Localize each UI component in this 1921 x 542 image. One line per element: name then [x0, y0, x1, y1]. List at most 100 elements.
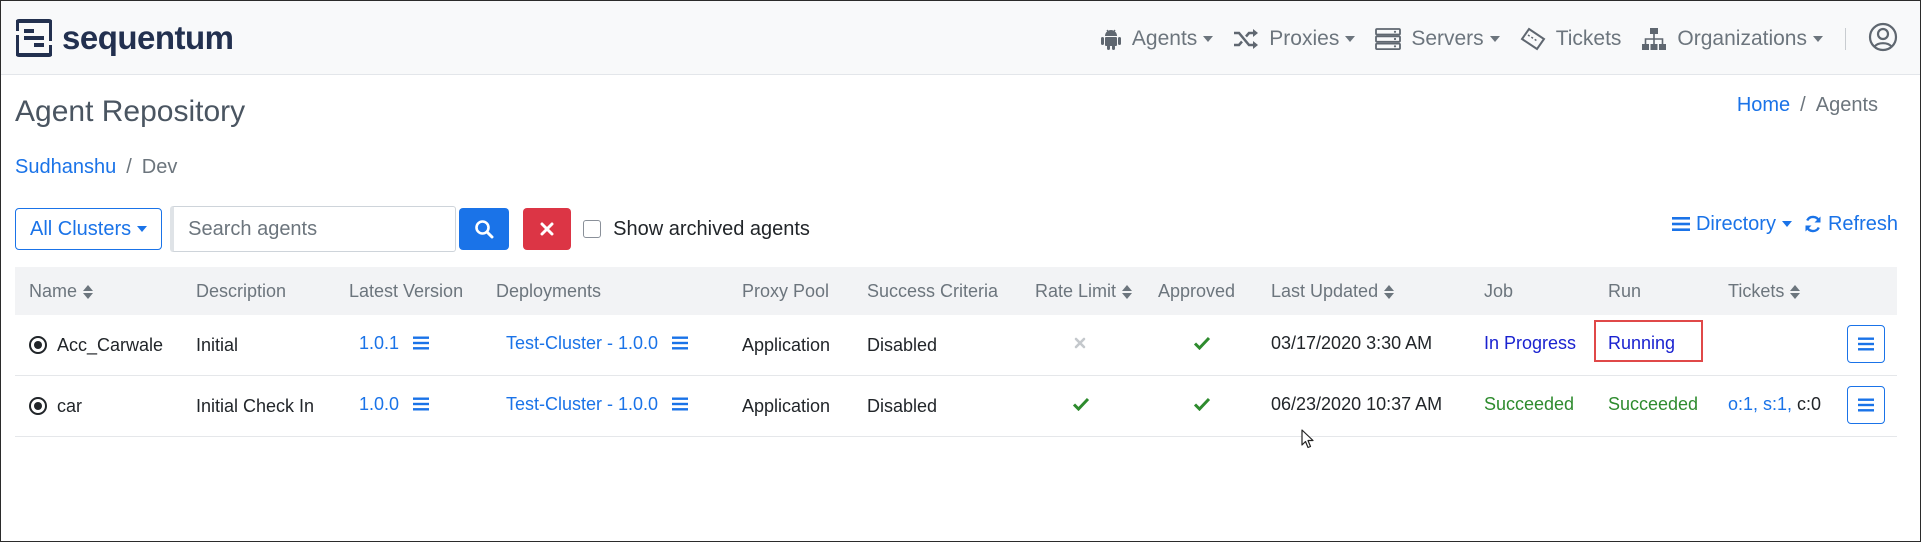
column-header-proxy-pool: Proxy Pool	[742, 281, 829, 302]
breadcrumb-current: Agents	[1815, 94, 1878, 116]
column-header-last-updated[interactable]: Last Updated	[1271, 281, 1395, 302]
main-nav: Agents Proxies Servers Tickets Organizat…	[1080, 19, 1898, 59]
last-updated-value: 03/17/2020 3:30 AM	[1271, 332, 1433, 353]
nav-agents-label: Agents	[1131, 27, 1198, 50]
directory-dropdown[interactable]: Directory	[1671, 213, 1792, 236]
brand-name: sequentum	[62, 19, 234, 56]
column-header-rate-limit[interactable]: Rate Limit	[1035, 281, 1133, 302]
proxy-pool-value: Application	[742, 395, 831, 416]
list-icon[interactable]	[413, 336, 430, 350]
deployment-cell[interactable]: Test-Cluster - 1.0.0	[506, 392, 689, 416]
chevron-down-icon	[1813, 36, 1823, 42]
latest-version-cell[interactable]: 1.0.1	[359, 331, 430, 355]
success-criteria-value: Disabled	[867, 395, 938, 416]
nav-proxies[interactable]: Proxies	[1233, 27, 1356, 51]
tickets-closed-count: c:0	[1797, 393, 1822, 414]
chevron-down-icon	[1781, 221, 1792, 227]
rate-limit-cell	[1072, 392, 1090, 416]
tickets-open-link[interactable]: o:1,	[1728, 394, 1758, 415]
all-clusters-dropdown[interactable]: All Clusters	[15, 208, 163, 250]
agent-name-cell[interactable]: car	[29, 394, 82, 418]
list-icon	[1671, 217, 1690, 231]
column-header-deployments: Deployments	[496, 281, 601, 302]
account-menu[interactable]	[1868, 22, 1898, 57]
run-status[interactable]: Succeeded	[1608, 392, 1698, 416]
clear-search-button[interactable]	[523, 208, 572, 250]
show-archived-toggle[interactable]: Show archived agents	[583, 218, 810, 241]
folder-path-current: Dev	[141, 156, 178, 178]
nav-proxies-label: Proxies	[1269, 27, 1340, 50]
run-status[interactable]: Running	[1608, 331, 1675, 355]
x-mark-icon	[1074, 337, 1086, 349]
refresh-label: Refresh	[1827, 212, 1898, 235]
breadcrumb-home-link[interactable]: Home	[1737, 94, 1790, 116]
agent-description: Initial Check In	[196, 395, 315, 416]
table-header: Name Description Latest Version Deployme…	[15, 267, 1897, 315]
search-button[interactable]	[459, 208, 510, 250]
chevron-down-icon	[1489, 36, 1500, 42]
ticket-icon	[1520, 27, 1546, 51]
row-actions-button[interactable]	[1847, 325, 1885, 363]
mouse-cursor-icon	[1301, 429, 1314, 449]
column-header-label: Last Updated	[1271, 281, 1379, 301]
latest-version-link[interactable]: 1.0.0	[359, 394, 399, 415]
agent-name-cell[interactable]: Acc_Carwale	[29, 333, 163, 357]
deployment-link[interactable]: Test-Cluster - 1.0.0	[506, 333, 658, 354]
nav-servers[interactable]: Servers	[1375, 27, 1500, 51]
column-header-label: Deployments	[496, 281, 602, 301]
tickets-cell: o:1, s:1, c:0	[1728, 392, 1821, 416]
folder-path-parent-link[interactable]: Sudhanshu	[15, 156, 116, 178]
nav-divider	[1845, 28, 1846, 50]
column-header-tickets[interactable]: Tickets	[1728, 281, 1801, 302]
table-row: car Initial Check In 1.0.0 Test-Cluster …	[15, 376, 1897, 437]
check-icon	[1072, 397, 1090, 411]
agent-toolbar: All Clusters Show archived agents	[15, 206, 810, 252]
column-header-label: Description	[196, 281, 287, 301]
agent-description: Initial	[196, 334, 239, 355]
agent-select-radio[interactable]	[29, 336, 47, 354]
sort-icon	[1122, 284, 1133, 299]
server-icon	[1375, 28, 1402, 50]
job-status[interactable]: In Progress	[1484, 331, 1576, 355]
page-title: Agent Repository	[15, 95, 246, 128]
android-icon	[1100, 29, 1121, 50]
column-header-name[interactable]: Name	[29, 281, 94, 302]
breadcrumb: Home / Agents	[1737, 94, 1878, 117]
agent-select-radio[interactable]	[29, 397, 47, 415]
nav-organizations[interactable]: Organizations	[1641, 27, 1823, 51]
tickets-solved-link[interactable]: s:1,	[1763, 394, 1792, 415]
brand-logo[interactable]: sequentum	[16, 19, 234, 57]
job-status[interactable]: Succeeded	[1484, 392, 1574, 416]
latest-version-cell[interactable]: 1.0.0	[359, 392, 430, 416]
chevron-down-icon	[1203, 36, 1214, 42]
column-header-latest-version: Latest Version	[349, 281, 463, 302]
list-icon[interactable]	[672, 336, 689, 350]
nav-agents[interactable]: Agents	[1100, 27, 1214, 51]
column-header-success-criteria: Success Criteria	[867, 281, 998, 302]
agent-name: Acc_Carwale	[57, 334, 164, 355]
show-archived-checkbox[interactable]	[583, 220, 602, 238]
menu-icon	[1858, 337, 1874, 351]
check-icon	[1193, 397, 1211, 411]
latest-version-link[interactable]: 1.0.1	[359, 333, 399, 354]
column-header-label: Success Criteria	[867, 281, 999, 301]
deployment-cell[interactable]: Test-Cluster - 1.0.0	[506, 331, 689, 355]
sequentum-logo-icon	[16, 19, 52, 57]
row-actions-button[interactable]	[1847, 386, 1885, 424]
app-window: sequentum Agents Proxies Servers Tickets…	[0, 0, 1921, 542]
agent-name: car	[57, 395, 83, 416]
check-icon	[1193, 336, 1211, 350]
nav-tickets[interactable]: Tickets	[1520, 27, 1621, 51]
nav-organizations-label: Organizations	[1677, 27, 1807, 50]
sitemap-icon	[1642, 28, 1667, 50]
deployment-link[interactable]: Test-Cluster - 1.0.0	[506, 394, 658, 415]
list-icon[interactable]	[413, 397, 430, 411]
refresh-button[interactable]: Refresh	[1804, 213, 1898, 236]
rate-limit-cell	[1074, 331, 1086, 355]
list-icon[interactable]	[672, 397, 689, 411]
column-header-label: Latest Version	[349, 281, 464, 301]
sort-icon	[83, 284, 94, 299]
search-agents-input[interactable]	[170, 206, 457, 252]
user-circle-icon	[1868, 22, 1898, 51]
breadcrumb-separator: /	[1800, 94, 1806, 116]
